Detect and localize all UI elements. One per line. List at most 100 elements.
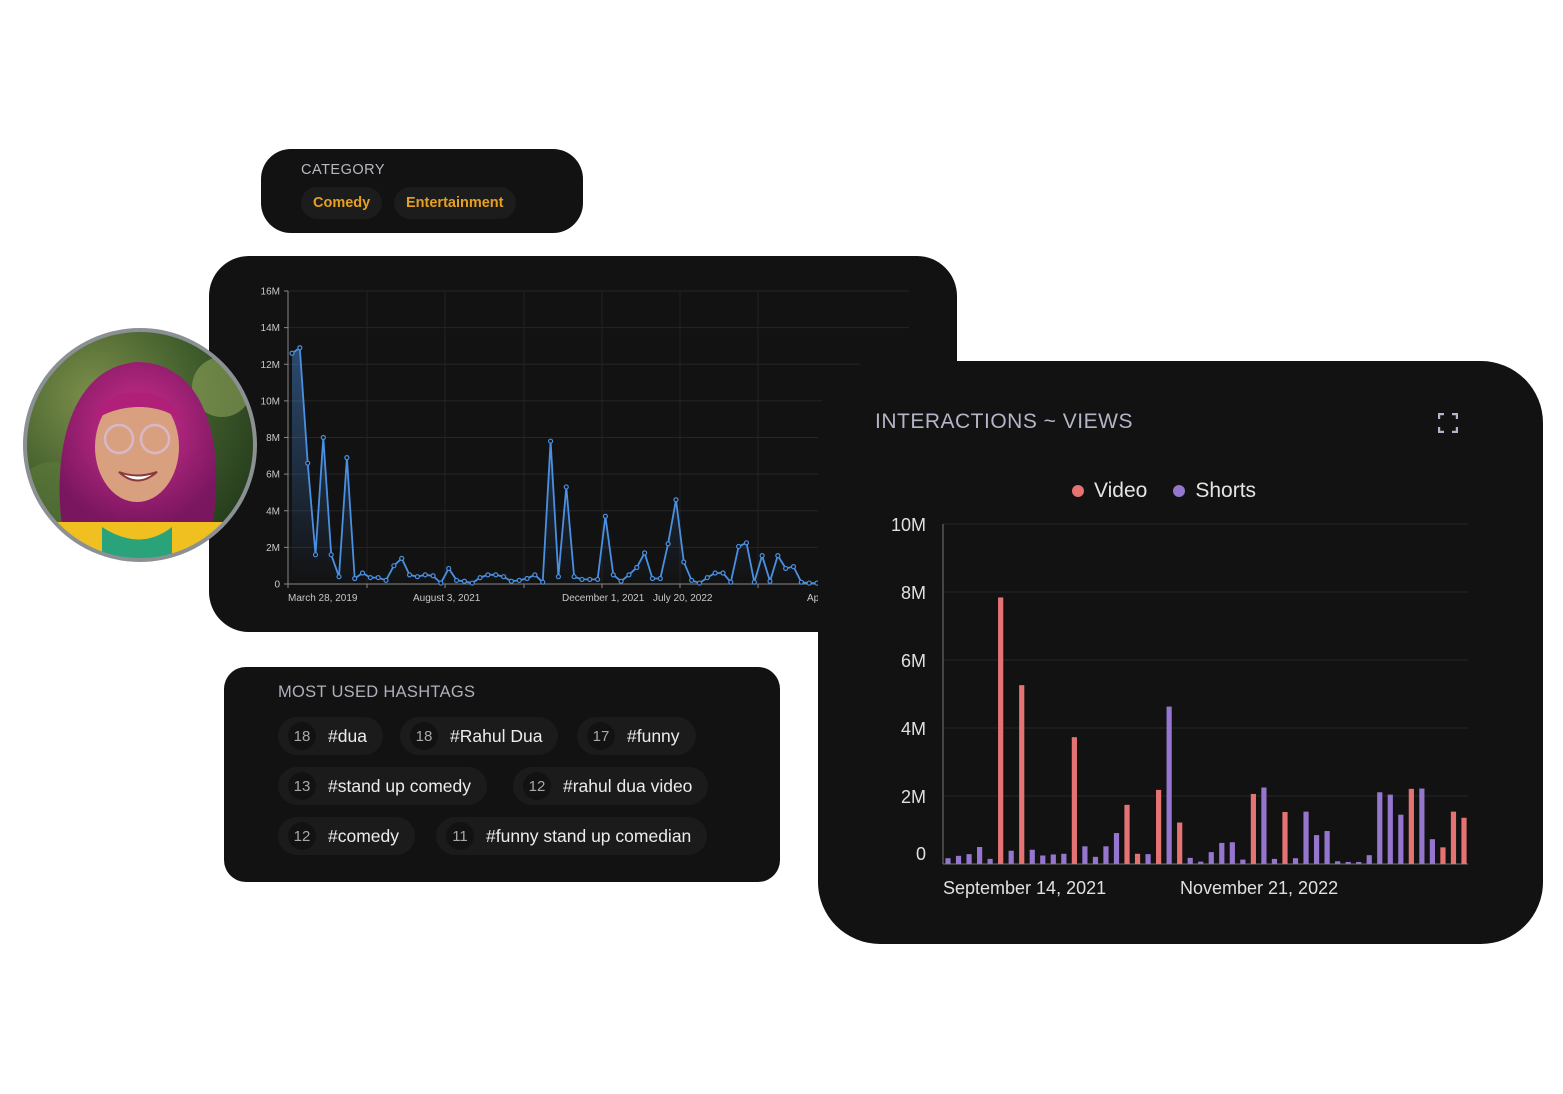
data-point (751, 579, 757, 585)
category-label: CATEGORY (301, 162, 386, 178)
y-tick-label: 0 (916, 844, 926, 864)
y-tick-label: 4M (901, 719, 926, 739)
hashtag-chip[interactable]: 11 #funny stand up comedian (436, 817, 708, 855)
data-point (571, 574, 577, 580)
hashtag-chip[interactable]: 17 #funny (577, 717, 696, 755)
bar-shorts (1377, 792, 1383, 864)
bar-shorts (1335, 861, 1341, 864)
bar-shorts (1061, 853, 1067, 864)
data-point (594, 576, 601, 583)
bar-video (1019, 685, 1025, 864)
bar-shorts (1092, 856, 1099, 864)
data-point (516, 577, 522, 583)
data-point (602, 513, 609, 519)
y-tick-label: 12M (261, 360, 280, 371)
x-tick-label: August 3, 2021 (413, 593, 481, 604)
bar-shorts (1050, 854, 1056, 864)
data-point (642, 550, 648, 556)
bar-shorts (955, 855, 962, 864)
data-point (587, 576, 593, 583)
data-point (547, 438, 554, 444)
data-point (626, 572, 632, 578)
data-point (657, 575, 663, 582)
hashtag-chip[interactable]: 12 #comedy (278, 817, 416, 855)
data-point (312, 552, 319, 558)
data-point (689, 577, 695, 583)
data-point (477, 574, 483, 581)
data-point (728, 579, 734, 585)
data-point (790, 564, 797, 570)
hashtag-chip[interactable]: 18 #Rahul Dua (400, 717, 559, 755)
bar-shorts (945, 858, 951, 864)
hashtag-chip[interactable]: 12 #rahul dua video (513, 767, 709, 805)
hashtag-text: #rahul dua video (563, 775, 693, 796)
bar-shorts (1103, 846, 1109, 864)
expand-icon[interactable] (1438, 413, 1458, 433)
hashtag-count: 17 (587, 722, 615, 750)
bar-shorts (1040, 855, 1046, 864)
data-point (383, 577, 389, 583)
data-point (328, 552, 334, 558)
bar-shorts (1113, 833, 1120, 864)
y-tick-label: 8M (901, 583, 926, 603)
data-point (563, 484, 569, 490)
data-point (297, 345, 303, 351)
bar-shorts (1271, 858, 1278, 864)
hashtag-count: 12 (523, 772, 551, 800)
bar-shorts (1303, 811, 1309, 864)
bar-shorts (1240, 859, 1246, 864)
y-tick-label: 14M (261, 323, 280, 334)
x-tick-label: September 14, 2021 (943, 878, 1106, 898)
data-point (681, 559, 687, 565)
category-card: CATEGORY Comedy Entertainment (261, 149, 583, 233)
y-tick-label: 10M (891, 515, 926, 535)
data-point (453, 577, 460, 583)
hashtag-chip[interactable]: 13 #stand up comedy (278, 767, 488, 805)
bar-shorts (1313, 835, 1320, 864)
category-tag-comedy[interactable]: Comedy (301, 187, 383, 219)
data-point (696, 580, 703, 586)
data-point (634, 564, 640, 571)
data-point (391, 563, 397, 569)
hashtag-text: #Rahul Dua (450, 725, 543, 746)
data-point (461, 578, 467, 584)
bar-shorts (1187, 857, 1193, 864)
bar-shorts (1219, 842, 1225, 864)
data-point (493, 572, 499, 578)
bar-video (1177, 822, 1183, 864)
hashtag-text: #funny stand up comedian (486, 825, 692, 846)
bar-shorts (1261, 787, 1267, 864)
bar-shorts (1387, 794, 1393, 864)
legend-shorts-label[interactable]: Shorts (1195, 479, 1256, 503)
data-point (759, 553, 765, 559)
category-tag-entertainment[interactable]: Entertainment (394, 187, 516, 219)
data-point (775, 553, 781, 559)
bar-shorts (1324, 831, 1330, 864)
data-point (673, 497, 679, 503)
bar-video (1440, 847, 1446, 864)
bar-shorts (1082, 846, 1088, 864)
x-tick-label: December 1, 2021 (562, 593, 645, 604)
bar-video (1250, 793, 1256, 864)
data-point (399, 555, 405, 561)
data-point (367, 574, 373, 581)
bar-shorts (1366, 855, 1372, 864)
data-point (352, 575, 358, 582)
data-point (446, 565, 452, 572)
bar-video (1124, 804, 1130, 864)
data-point (736, 543, 742, 550)
data-point (430, 573, 436, 579)
data-point (406, 572, 413, 578)
hashtag-count: 11 (446, 822, 474, 850)
data-point (743, 540, 750, 546)
bar-shorts (1356, 861, 1362, 864)
interactions-title: INTERACTIONS ~ VIEWS (875, 410, 1133, 433)
bar-shorts (1198, 861, 1204, 864)
hashtag-chip[interactable]: 18 #dua (278, 717, 383, 755)
data-point (798, 579, 804, 585)
bar-shorts (1208, 852, 1214, 864)
bar-shorts (1292, 858, 1299, 864)
legend-video-label[interactable]: Video (1094, 479, 1147, 503)
bar-shorts (1398, 814, 1404, 864)
hashtag-count: 12 (288, 822, 316, 850)
